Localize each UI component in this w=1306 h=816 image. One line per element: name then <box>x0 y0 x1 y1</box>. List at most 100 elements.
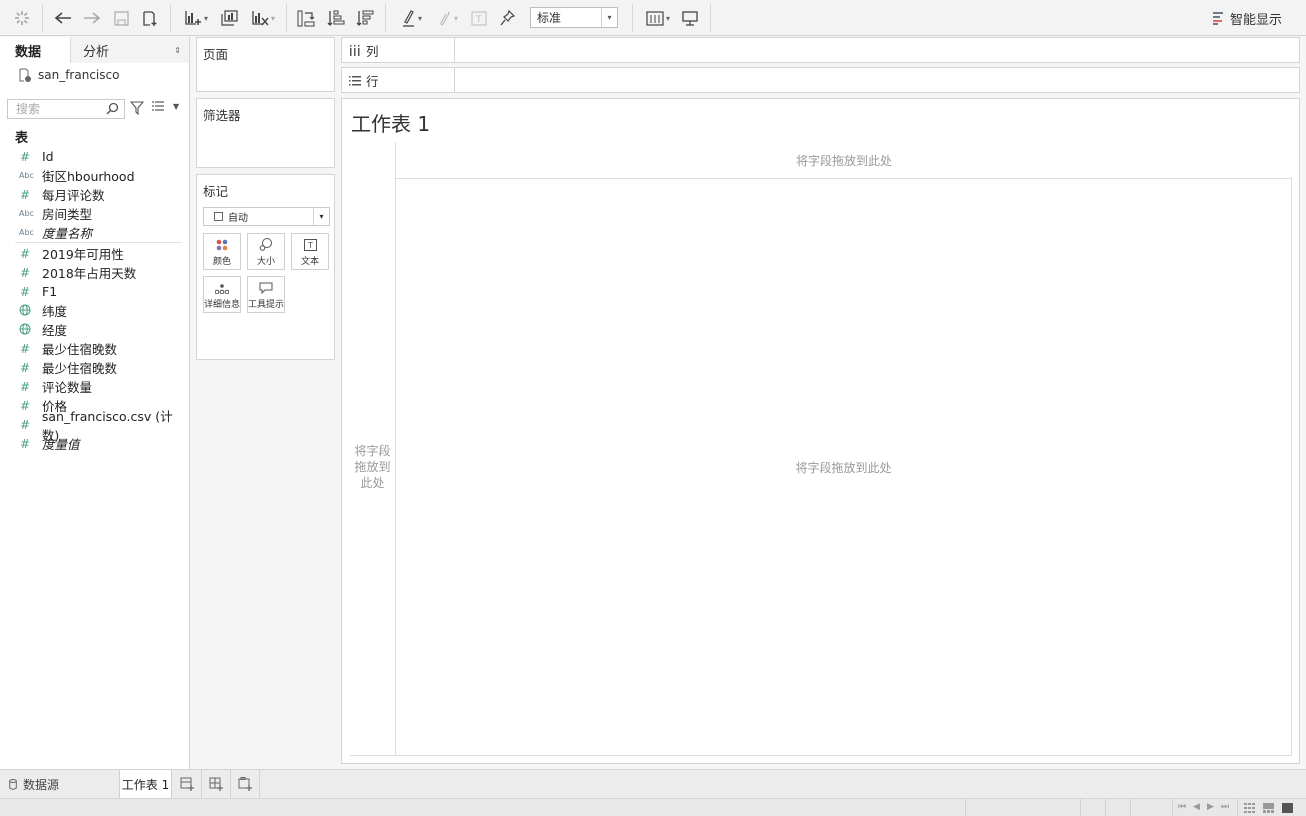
smart-show-label: 智能显示 <box>1230 12 1283 28</box>
smart-show-button[interactable]: 智能显示 <box>1212 7 1282 29</box>
field-label: 纬度 <box>42 304 68 319</box>
smart-show-icon <box>1213 12 1223 25</box>
sheet-title[interactable]: 工作表 1 <box>351 108 430 137</box>
sort-ascending-icon[interactable] <box>325 7 347 29</box>
tab-worksheet-1[interactable]: 工作表 1 <box>119 770 172 798</box>
field-item[interactable]: # Id <box>0 147 189 166</box>
minimize-icon[interactable]: ⇕ <box>174 46 181 55</box>
pin-icon[interactable] <box>497 7 517 29</box>
field-item[interactable]: # 2018年占用天数 <box>0 263 189 282</box>
worksheet-view: 工作表 1 将字段拖放到此处 将字段拖放到此处 将字段拖放到此处 <box>341 98 1300 764</box>
string-type-icon: Abc <box>19 228 34 237</box>
size-mark-label: 大小 <box>256 257 275 267</box>
field-item[interactable]: # F1 <box>0 282 189 301</box>
search-icon <box>106 102 119 115</box>
field-item[interactable]: Abc 度量名称 <box>0 223 189 242</box>
chevron-down-icon: ▾ <box>313 208 329 225</box>
swap-icon[interactable] <box>295 7 317 29</box>
save-icon[interactable] <box>111 7 131 29</box>
show-tabs-icon[interactable] <box>1282 803 1293 813</box>
zoom-select[interactable]: 标准 ▾ <box>530 7 618 28</box>
field-item[interactable]: # 每月评论数 <box>0 185 189 204</box>
datasource-item[interactable]: san_francisco <box>0 63 189 87</box>
pane-tabs: 数据 分析 ⇕ <box>0 37 189 63</box>
number-type-icon: # <box>20 246 31 261</box>
next-sheet-icon[interactable]: ▶ <box>1207 802 1214 812</box>
new-worksheet-tab-button[interactable] <box>174 770 202 798</box>
tab-data[interactable]: 数据 <box>0 37 71 63</box>
number-type-icon: # <box>20 149 31 164</box>
undo-icon[interactable] <box>52 7 74 29</box>
size-mark-button[interactable]: 大小 <box>247 233 285 270</box>
text-icon: T <box>303 239 317 251</box>
tooltip-mark-button[interactable]: 工具提示 <box>247 276 285 313</box>
new-datasource-icon[interactable] <box>140 7 160 29</box>
first-sheet-icon[interactable]: ⏮ <box>1178 802 1186 812</box>
field-item[interactable]: Abc 街区hbourhood <box>0 166 189 185</box>
dimension-measure-divider <box>15 242 182 243</box>
search-placeholder: 搜索 <box>16 102 41 116</box>
chevron-down-icon: ▾ <box>601 8 617 27</box>
tableau-logo-icon[interactable] <box>12 7 32 29</box>
mark-type-select[interactable]: 自动 ▾ <box>203 207 330 226</box>
detail-mark-button[interactable]: 详细信息 <box>203 276 241 313</box>
field-label: F1 <box>42 284 58 299</box>
field-item[interactable]: # san_francisco.csv (计数) <box>0 409 189 443</box>
field-item[interactable]: # 评论数量 <box>0 377 189 396</box>
field-item[interactable]: 经度 <box>0 320 189 339</box>
string-type-icon: Abc <box>19 171 34 180</box>
main-drop-zone[interactable]: 将字段拖放到此处 <box>396 179 1292 756</box>
field-label: 评论数量 <box>42 380 93 395</box>
number-type-icon: # <box>20 398 31 413</box>
number-type-icon: # <box>20 436 31 451</box>
datasource-icon <box>19 68 31 82</box>
label-icon[interactable]: T <box>469 7 489 29</box>
presentation-icon[interactable] <box>680 7 700 29</box>
filter-icon[interactable] <box>130 101 144 115</box>
new-worksheet-icon[interactable]: ▾ <box>179 7 213 29</box>
text-mark-button[interactable]: T 文本 <box>291 233 329 270</box>
row-drop-zone[interactable]: 将字段拖放到此处 <box>350 179 396 756</box>
tab-analytics[interactable]: 分析 ⇕ <box>71 37 189 63</box>
field-item[interactable]: 纬度 <box>0 301 189 320</box>
tab-analytics-label: 分析 <box>83 44 110 60</box>
new-story-tab-button[interactable] <box>232 770 260 798</box>
field-item[interactable]: Abc 房间类型 <box>0 204 189 223</box>
search-input[interactable]: 搜索 <box>7 99 125 119</box>
field-item[interactable]: # 最少住宿晚数 <box>0 339 189 358</box>
pages-card[interactable]: 页面 <box>196 37 335 92</box>
show-sheet-sorter-icon[interactable] <box>1244 803 1255 813</box>
globe-icon <box>0 323 42 337</box>
new-dashboard-tab-button[interactable] <box>203 770 231 798</box>
number-type-icon: # <box>20 417 31 432</box>
filters-card[interactable]: 筛选器 <box>196 98 335 168</box>
field-item[interactable]: # 2019年可用性 <box>0 244 189 263</box>
last-sheet-icon[interactable]: ⏭ <box>1221 802 1229 812</box>
highlight-icon[interactable]: ▾ <box>397 7 427 29</box>
globe-icon <box>0 304 42 318</box>
columns-shelf[interactable]: 列 <box>341 37 1300 63</box>
sort-descending-icon[interactable] <box>354 7 376 29</box>
clear-sheet-icon[interactable]: ▾ <box>246 7 280 29</box>
redo-icon[interactable] <box>81 7 103 29</box>
rows-icon <box>349 75 361 85</box>
show-filmstrip-icon[interactable] <box>1263 803 1274 813</box>
datasource-tab[interactable]: 数据源 <box>0 770 59 798</box>
marks-card: 标记 自动 ▾ 颜色 大小 T 文本 详细信息 工具提示 <box>196 174 335 360</box>
group-icon[interactable]: ▾ <box>433 7 463 29</box>
view-options-button[interactable]: ▼ <box>152 101 179 111</box>
show-cards-icon[interactable]: ▾ <box>642 7 674 29</box>
color-icon <box>216 239 228 251</box>
color-mark-button[interactable]: 颜色 <box>203 233 241 270</box>
column-drop-zone[interactable]: 将字段拖放到此处 <box>395 142 1292 179</box>
new-dashboard-icon <box>209 777 223 791</box>
field-item[interactable]: # 最少住宿晚数 <box>0 358 189 377</box>
duplicate-icon[interactable] <box>218 7 240 29</box>
columns-shelf-label: 列 <box>342 38 455 62</box>
field-label: 街区hbourhood <box>42 169 135 184</box>
field-list: # Id Abc 街区hbourhood # 每月评论数 Abc 房间类型 Ab… <box>0 147 189 453</box>
field-label: 房间类型 <box>42 207 93 222</box>
pages-card-title: 页面 <box>203 47 229 62</box>
rows-shelf[interactable]: 行 <box>341 67 1300 93</box>
previous-sheet-icon[interactable]: ◀ <box>1193 802 1200 812</box>
